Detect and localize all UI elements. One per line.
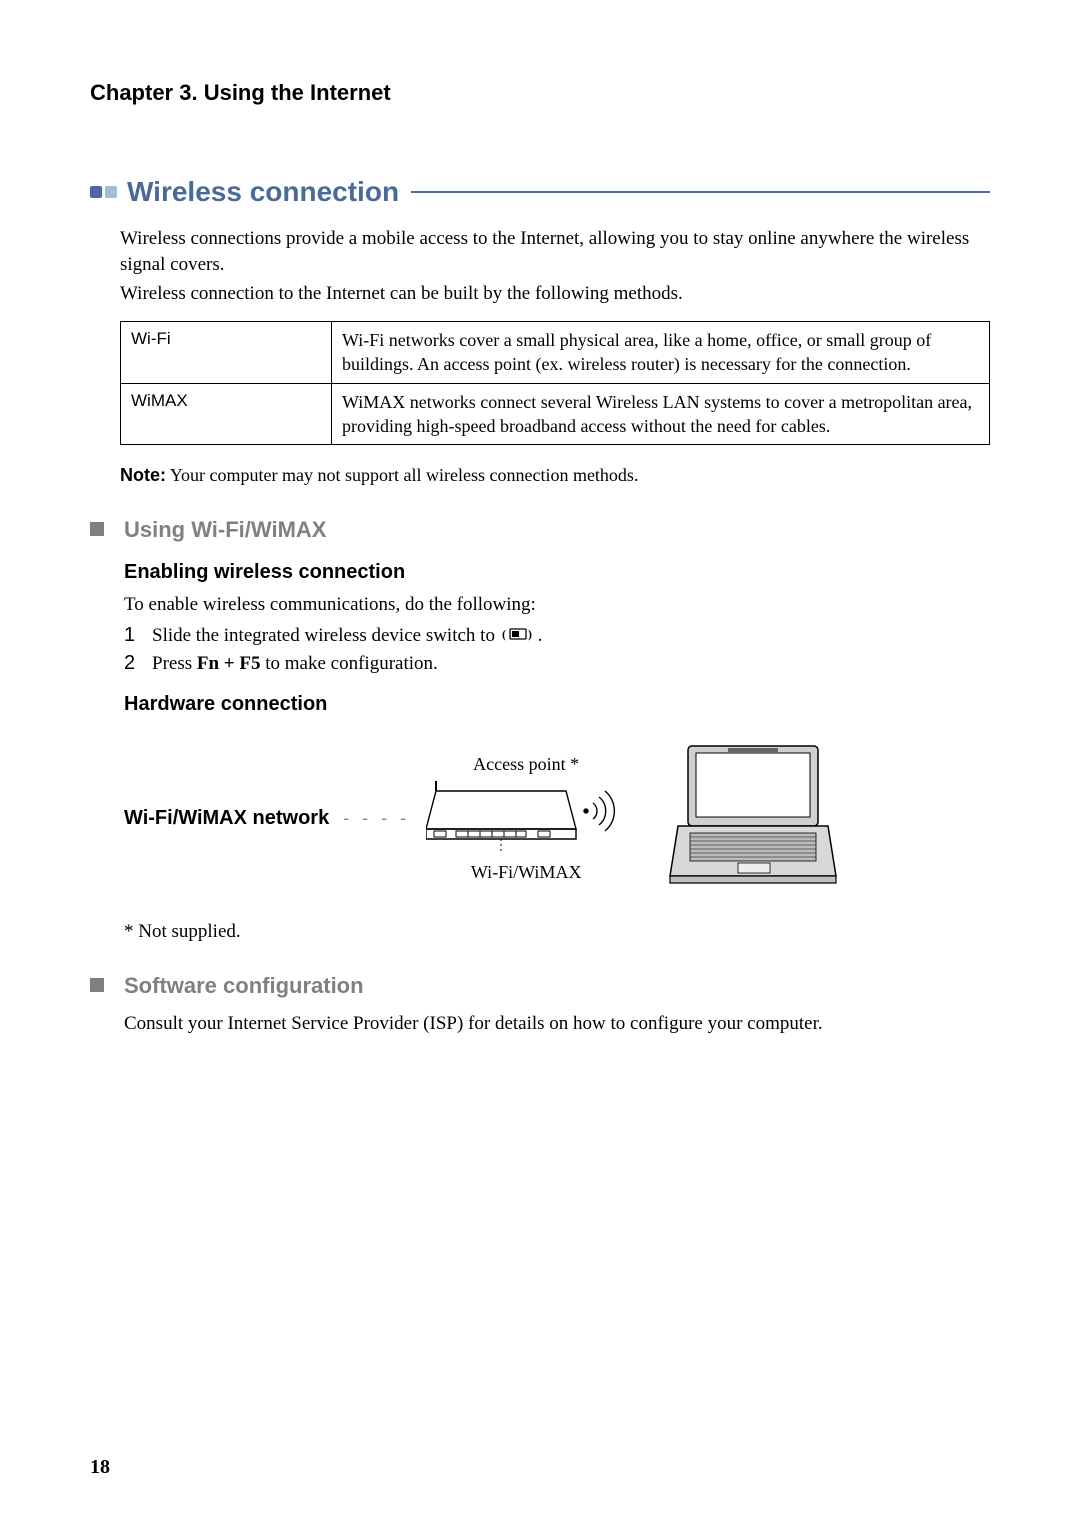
intro-paragraph-1: Wireless connections provide a mobile ac… [120, 226, 990, 277]
subsection-using-wifi: Using Wi-Fi/WiMAX Enabling wireless conn… [90, 517, 990, 943]
enable-intro: To enable wireless communications, do th… [124, 594, 990, 616]
note-text: Your computer may not support all wirele… [170, 465, 639, 485]
software-config-text: Consult your Internet Service Provider (… [124, 1013, 990, 1035]
step-number: 2 [124, 652, 152, 675]
svg-text:): ) [528, 627, 532, 641]
heading-hardware: Hardware connection [124, 693, 990, 716]
section-rule [411, 191, 990, 193]
step-text: Press Fn + F5 to make configuration. [152, 653, 438, 675]
section-title: Wireless connection [127, 176, 399, 208]
access-point-caption-bottom: Wi-Fi/WiMAX [426, 862, 626, 883]
note-label: Note: [120, 465, 166, 485]
subsection-bullet-icon [90, 522, 104, 536]
section-title-row: Wireless connection [90, 176, 990, 208]
connection-methods-table: Wi-Fi Wi-Fi networks cover a small physi… [120, 321, 990, 445]
access-point-block: Access point * [426, 754, 626, 883]
table-cell-desc: WiMAX networks connect several Wireless … [332, 383, 990, 445]
steps-list: 1 Slide the integrated wireless device s… [124, 624, 990, 675]
wireless-switch-icon: ( ) [502, 626, 536, 648]
laptop-icon [668, 741, 838, 896]
section-body: Wireless connections provide a mobile ac… [120, 226, 990, 487]
table-cell-key: WiMAX [121, 383, 332, 445]
list-item: 2 Press Fn + F5 to make configuration. [124, 652, 990, 675]
table-cell-desc: Wi-Fi networks cover a small physical ar… [332, 321, 990, 383]
note-row: Note: Your computer may not support all … [120, 463, 990, 487]
network-label: Wi-Fi/WiMAX network [124, 807, 329, 830]
footnote: * Not supplied. [124, 921, 990, 943]
page-number: 18 [90, 1456, 110, 1479]
list-item: 1 Slide the integrated wireless device s… [124, 624, 990, 648]
hardware-diagram: Wi-Fi/WiMAX network - - - - Access point… [124, 741, 990, 896]
step-number: 1 [124, 624, 152, 647]
intro-paragraph-2: Wireless connection to the Internet can … [120, 281, 990, 307]
step-text: Slide the integrated wireless device swi… [152, 625, 542, 648]
table-row: WiMAX WiMAX networks connect several Wir… [121, 383, 990, 445]
access-point-icon [426, 781, 626, 856]
dash-connector: - - - - [343, 808, 410, 829]
table-cell-key: Wi-Fi [121, 321, 332, 383]
subsection-software-config: Software configuration Consult your Inte… [90, 973, 990, 1035]
access-point-caption-top: Access point * [426, 754, 626, 775]
section-bullet-icon [90, 186, 117, 198]
chapter-heading: Chapter 3. Using the Internet [90, 80, 990, 106]
svg-text:(: ( [502, 627, 506, 641]
subsection-bullet-icon [90, 978, 104, 992]
subsection-title: Using Wi-Fi/WiMAX [124, 517, 990, 543]
heading-enabling: Enabling wireless connection [124, 561, 990, 584]
table-row: Wi-Fi Wi-Fi networks cover a small physi… [121, 321, 990, 383]
subsection-title: Software configuration [124, 973, 990, 999]
